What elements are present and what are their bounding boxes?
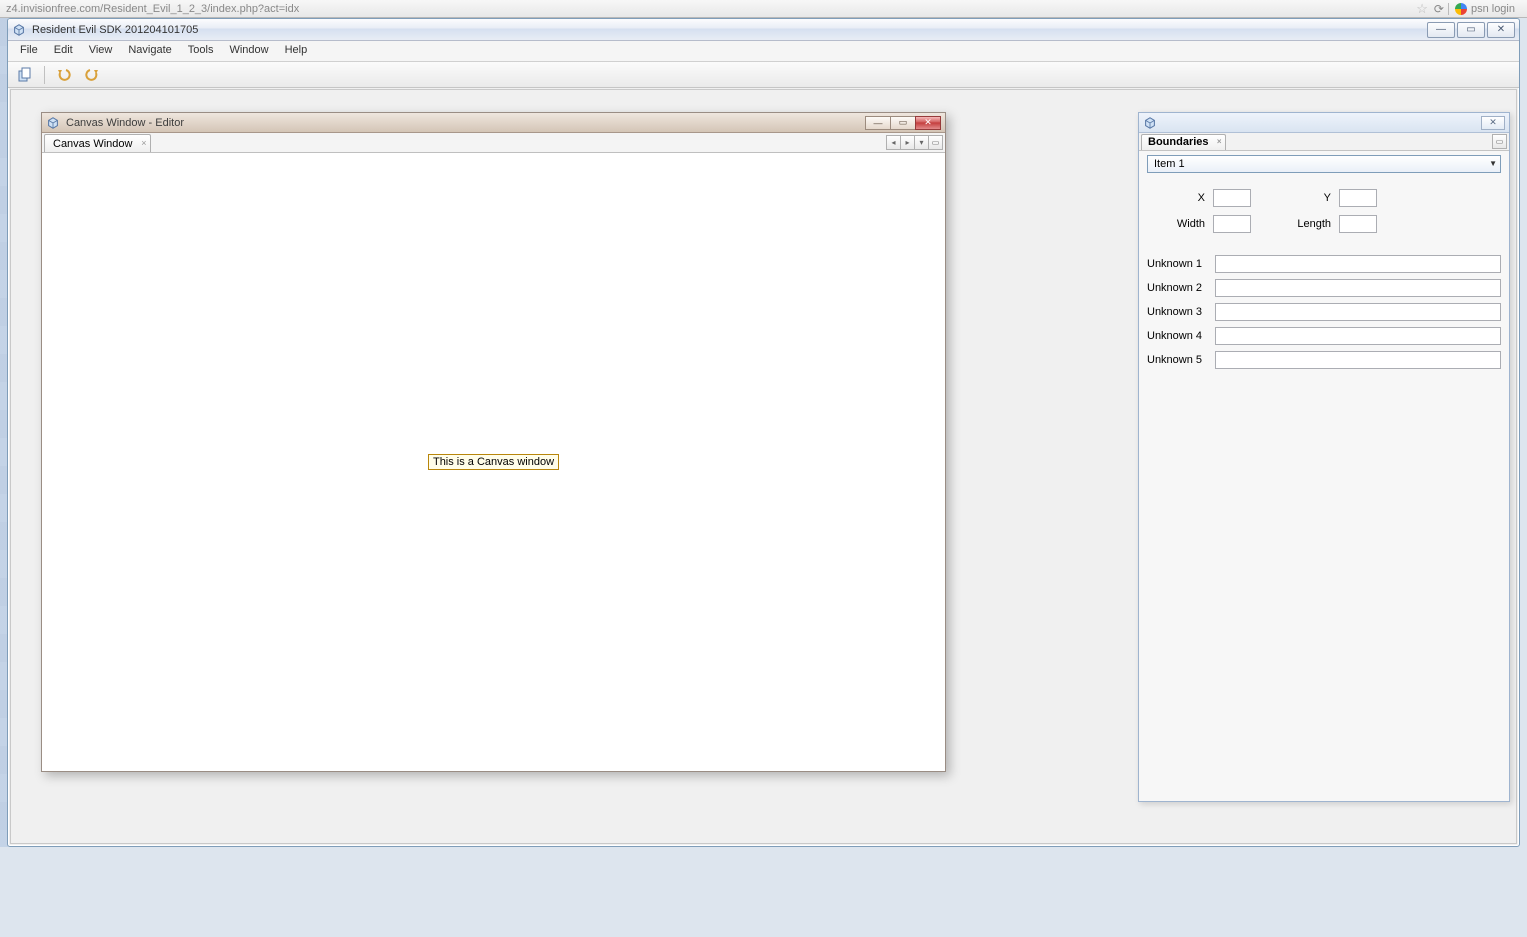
item-dropdown[interactable]: Item 1 ▼ [1147,155,1501,173]
input-unknown3[interactable] [1215,303,1501,321]
canvas-minimize-button[interactable]: — [865,116,891,130]
label-length: Length [1287,218,1339,230]
menu-edit[interactable]: Edit [46,41,81,61]
tab-scroll-right-icon[interactable]: ▸ [900,135,915,150]
input-y[interactable] [1339,189,1377,207]
browser-tab-secondary[interactable]: psn login [1448,3,1521,15]
undo-icon[interactable] [53,64,75,86]
app-icon [12,23,26,37]
boundaries-tab-maximize-icon[interactable]: ▭ [1492,134,1507,149]
boundaries-panel-close-button[interactable]: ✕ [1481,116,1505,130]
label-unknown3: Unknown 3 [1147,306,1215,318]
google-icon [1455,3,1467,15]
canvas-placeholder-label: This is a Canvas window [428,454,559,470]
canvas-tab-close-icon[interactable]: × [141,138,146,148]
tab-dropdown-icon[interactable]: ▾ [914,135,929,150]
label-unknown5: Unknown 5 [1147,354,1215,366]
menu-file[interactable]: File [12,41,46,61]
canvas-child-window: Canvas Window - Editor — ▭ ✕ Canvas Wind… [41,112,946,772]
boundaries-tab[interactable]: Boundaries × [1141,134,1226,150]
boundaries-panel-icon [1143,116,1157,130]
canvas-maximize-button[interactable]: ▭ [890,116,916,130]
reload-icon[interactable]: ⟳ [1434,2,1444,16]
canvas-tabstrip: Canvas Window × ◂ ▸ ▾ ▭ [42,133,945,153]
label-x: X [1161,192,1213,204]
toolbar-separator [44,66,45,84]
window-controls: — ▭ ✕ [1427,22,1515,38]
bookmark-star-icon[interactable]: ☆ [1416,1,1428,17]
tab-scroll-left-icon[interactable]: ◂ [886,135,901,150]
row-wl: Width Length [1161,215,1501,233]
app-title: Resident Evil SDK 201204101705 [32,24,198,36]
close-button[interactable]: ✕ [1487,22,1515,38]
row-unknown5: Unknown 5 [1147,351,1501,369]
boundaries-panel: ✕ Boundaries × ▭ Item 1 ▼ X [1138,112,1510,802]
tab-maximize-icon[interactable]: ▭ [928,135,943,150]
menu-help[interactable]: Help [277,41,316,61]
boundaries-tabstrip: Boundaries × ▭ [1139,133,1509,151]
canvas-window-controls: — ▭ ✕ [866,116,941,130]
canvas-tab-label: Canvas Window [53,138,132,150]
canvas-tabstrip-buttons: ◂ ▸ ▾ ▭ [887,135,943,150]
browser-chrome: z4.invisionfree.com/Resident_Evil_1_2_3/… [0,0,1527,18]
menu-window[interactable]: Window [221,41,276,61]
maximize-button[interactable]: ▭ [1457,22,1485,38]
app-titlebar[interactable]: Resident Evil SDK 201204101705 — ▭ ✕ [8,19,1519,41]
canvas-window-title: Canvas Window - Editor [66,117,184,129]
toolbar-copy-icon[interactable] [14,64,36,86]
label-y: Y [1287,192,1339,204]
boundaries-tab-label: Boundaries [1148,136,1209,148]
canvas-close-button[interactable]: ✕ [915,116,941,130]
boundaries-tab-close-icon[interactable]: × [1217,137,1222,146]
row-unknown3: Unknown 3 [1147,303,1501,321]
canvas-window-icon [46,116,60,130]
label-unknown1: Unknown 1 [1147,258,1215,270]
input-unknown2[interactable] [1215,279,1501,297]
row-unknown4: Unknown 4 [1147,327,1501,345]
minimize-button[interactable]: — [1427,22,1455,38]
boundaries-panel-body: Item 1 ▼ X Y Width Length [1139,151,1509,379]
input-unknown5[interactable] [1215,351,1501,369]
row-xy: X Y [1161,189,1501,207]
boundaries-panel-titlebar[interactable]: ✕ [1139,113,1509,133]
menu-tools[interactable]: Tools [180,41,222,61]
item-dropdown-selected: Item 1 [1154,158,1185,170]
menu-bar: File Edit View Navigate Tools Window Hel… [8,41,1519,62]
row-unknown2: Unknown 2 [1147,279,1501,297]
browser-tab-secondary-label: psn login [1471,3,1515,15]
input-length[interactable] [1339,215,1377,233]
geometry-fields: X Y Width Length [1147,189,1501,241]
menu-view[interactable]: View [81,41,121,61]
label-unknown4: Unknown 4 [1147,330,1215,342]
canvas-body[interactable]: This is a Canvas window [42,153,945,771]
label-width: Width [1161,218,1213,230]
canvas-window-titlebar[interactable]: Canvas Window - Editor — ▭ ✕ [42,113,945,133]
row-unknown1: Unknown 1 [1147,255,1501,273]
label-unknown2: Unknown 2 [1147,282,1215,294]
toolbar [8,62,1519,88]
input-width[interactable] [1213,215,1251,233]
canvas-tab[interactable]: Canvas Window × [44,134,151,152]
mdi-client-area: Canvas Window - Editor — ▭ ✕ Canvas Wind… [10,89,1517,844]
menu-navigate[interactable]: Navigate [120,41,179,61]
redo-icon[interactable] [81,64,103,86]
app-window: Resident Evil SDK 201204101705 — ▭ ✕ Fil… [7,18,1520,847]
input-x[interactable] [1213,189,1251,207]
browser-url: z4.invisionfree.com/Resident_Evil_1_2_3/… [6,3,1416,15]
input-unknown4[interactable] [1215,327,1501,345]
dropdown-arrow-icon: ▼ [1489,159,1497,168]
input-unknown1[interactable] [1215,255,1501,273]
